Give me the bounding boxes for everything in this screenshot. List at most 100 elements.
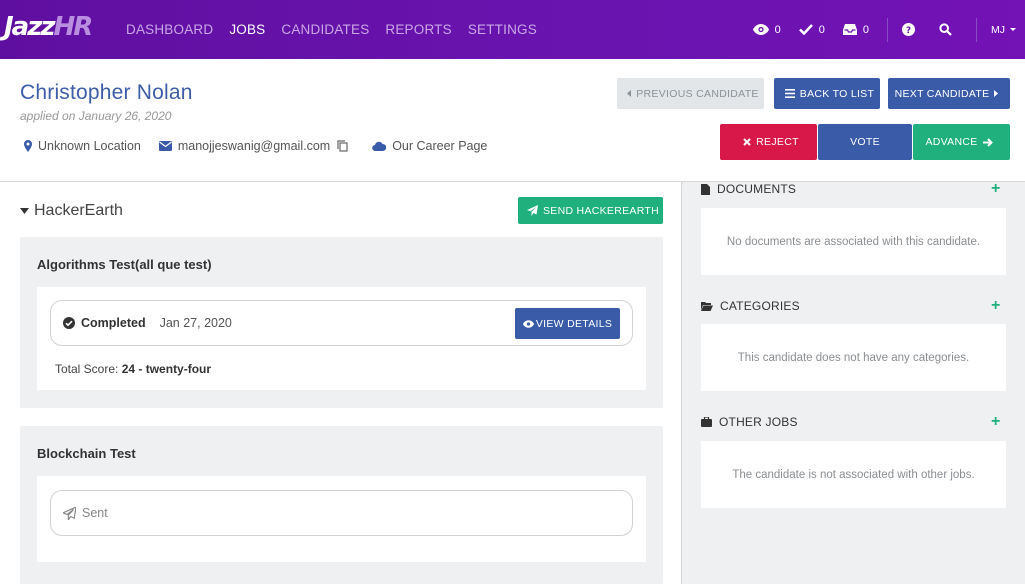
vote-button[interactable]: VOTE bbox=[818, 124, 912, 160]
help-button[interactable]: ? bbox=[902, 23, 921, 36]
nav-reports[interactable]: REPORTS bbox=[385, 22, 451, 37]
advance-label: ADVANCE bbox=[925, 136, 978, 148]
test-name: Blockchain Test bbox=[37, 446, 136, 461]
back-label: BACK TO LIST bbox=[799, 87, 875, 100]
nav-candidates[interactable]: CANDIDATES bbox=[281, 22, 369, 37]
source-item: Our Career Page bbox=[372, 139, 487, 153]
reject-button[interactable]: REJECT bbox=[720, 124, 817, 160]
categories-heading: CATEGORIES bbox=[701, 299, 800, 313]
next-label: NEXT CANDIDATE bbox=[894, 87, 990, 100]
add-category-button[interactable]: + bbox=[991, 297, 1000, 315]
candidate-name: Christopher Nolan bbox=[20, 81, 193, 104]
test-name: Algorithms Test(all que test) bbox=[37, 257, 212, 272]
nav-settings[interactable]: SETTINGS bbox=[468, 22, 537, 37]
nav-jobs[interactable]: JOBS bbox=[229, 22, 265, 37]
inbox-count: 0 bbox=[862, 23, 869, 36]
sidebar: DOCUMENTS + No documents are associated … bbox=[683, 180, 1025, 584]
copy-icon[interactable] bbox=[337, 140, 348, 152]
nav-divider-2 bbox=[976, 17, 977, 42]
candidate-meta: Unknown Location manojjeswanig@gmail.com… bbox=[24, 139, 505, 153]
top-navbar: Jazz HR DASHBOARD JOBS CANDIDATES REPORTS… bbox=[0, 0, 1025, 59]
test-details: Sent bbox=[37, 476, 646, 562]
test-status-pill: Completed Jan 27, 2020 VIEW DETAILS bbox=[50, 300, 633, 346]
hackerearth-section-toggle[interactable]: HackerEarth bbox=[20, 202, 123, 220]
folder-open-icon bbox=[701, 302, 713, 311]
categories-empty: This candidate does not have any categor… bbox=[701, 324, 1006, 391]
previous-label: PREVIOUS CANDIDATE bbox=[636, 87, 759, 100]
total-score: Total Score: 24 - twenty-four bbox=[55, 362, 211, 376]
check-icon bbox=[798, 24, 813, 35]
add-job-button[interactable]: + bbox=[991, 413, 1000, 431]
logo-text: Jazz bbox=[4, 12, 56, 42]
view-details-button[interactable]: VIEW DETAILS bbox=[515, 308, 620, 339]
location-item: Unknown Location bbox=[24, 139, 141, 153]
eye-icon bbox=[522, 319, 534, 328]
jazzhr-logo[interactable]: Jazz HR bbox=[4, 12, 93, 42]
user-menu[interactable]: MJ bbox=[991, 24, 1019, 36]
email-item[interactable]: manojjeswanig@gmail.com bbox=[158, 139, 354, 153]
question-icon: ? bbox=[902, 23, 915, 36]
email-text[interactable]: manojjeswanig@gmail.com bbox=[178, 139, 330, 153]
caret-down-icon bbox=[20, 208, 29, 214]
logo-accent-text: HR bbox=[53, 12, 93, 42]
test-details: Completed Jan 27, 2020 VIEW DETAILS Tota… bbox=[37, 287, 646, 390]
nav-utilities: 0 0 0 ? MJ bbox=[752, 0, 1025, 59]
send-hackerearth-button[interactable]: SEND HACKEREARTH bbox=[518, 197, 663, 224]
source-text: Our Career Page bbox=[392, 139, 488, 153]
caret-left-icon bbox=[627, 90, 632, 97]
view-details-label: VIEW DETAILS bbox=[535, 317, 613, 330]
add-document-button[interactable]: + bbox=[991, 180, 1000, 198]
applied-date: applied on January 26, 2020 bbox=[20, 109, 172, 123]
test-status: Completed bbox=[81, 316, 146, 330]
main-menu: DASHBOARD JOBS CANDIDATES REPORTS SETTIN… bbox=[126, 0, 553, 59]
categories-title: CATEGORIES bbox=[720, 299, 800, 313]
documents-empty: No documents are associated with this ca… bbox=[701, 208, 1006, 275]
vote-label: VOTE bbox=[850, 136, 880, 148]
checks-indicator[interactable]: 0 bbox=[798, 23, 825, 36]
nav-dashboard[interactable]: DASHBOARD bbox=[126, 22, 213, 37]
test-status-pill: Sent bbox=[50, 490, 633, 536]
map-marker-icon bbox=[24, 140, 32, 152]
search-button[interactable] bbox=[939, 23, 958, 36]
envelope-icon bbox=[158, 141, 172, 151]
hackerearth-title: HackerEarth bbox=[34, 202, 123, 219]
back-to-list-button[interactable]: BACK TO LIST bbox=[774, 78, 880, 109]
times-icon bbox=[743, 138, 751, 146]
score-value: 24 - twenty-four bbox=[121, 362, 212, 376]
candidate-header: Christopher Nolan applied on January 26,… bbox=[0, 59, 1025, 182]
paper-plane-icon bbox=[526, 205, 538, 216]
svg-text:?: ? bbox=[906, 26, 911, 36]
inbox-icon bbox=[842, 24, 857, 35]
arrow-right-icon bbox=[982, 137, 993, 147]
views-indicator[interactable]: 0 bbox=[752, 23, 781, 36]
other-jobs-empty: The candidate is not associated with oth… bbox=[701, 441, 1006, 508]
send-label: SEND HACKEREARTH bbox=[542, 204, 660, 217]
reject-label: REJECT bbox=[756, 136, 799, 148]
views-count: 0 bbox=[774, 23, 781, 36]
paper-plane-icon bbox=[63, 506, 76, 520]
eye-icon bbox=[752, 24, 769, 35]
user-initials: MJ bbox=[991, 23, 1005, 36]
cloud-icon bbox=[372, 141, 387, 151]
search-icon bbox=[939, 23, 952, 36]
test-date: Jan 27, 2020 bbox=[159, 316, 232, 330]
check-circle-icon bbox=[63, 317, 75, 329]
test-card: Blockchain Test Sent bbox=[20, 426, 663, 584]
next-candidate-button[interactable]: NEXT CANDIDATE bbox=[888, 78, 1010, 109]
file-icon bbox=[701, 183, 710, 195]
inbox-indicator[interactable]: 0 bbox=[842, 23, 869, 36]
main-content: HackerEarth SEND HACKEREARTH Algorithms … bbox=[0, 182, 682, 584]
documents-heading: DOCUMENTS bbox=[701, 182, 796, 196]
previous-candidate-button[interactable]: PREVIOUS CANDIDATE bbox=[617, 78, 764, 109]
documents-title: DOCUMENTS bbox=[717, 182, 797, 196]
test-card: Algorithms Test(all que test) Completed … bbox=[20, 237, 663, 408]
nav-divider bbox=[887, 17, 888, 42]
location-text: Unknown Location bbox=[38, 139, 141, 153]
advance-button[interactable]: ADVANCE bbox=[913, 124, 1010, 160]
test-status: Sent bbox=[82, 506, 108, 520]
caret-down-icon bbox=[1010, 27, 1016, 31]
score-label: Total Score: bbox=[55, 362, 119, 376]
caret-right-icon bbox=[994, 90, 999, 97]
checks-count: 0 bbox=[818, 23, 825, 36]
other-jobs-title: OTHER JOBS bbox=[719, 415, 798, 429]
